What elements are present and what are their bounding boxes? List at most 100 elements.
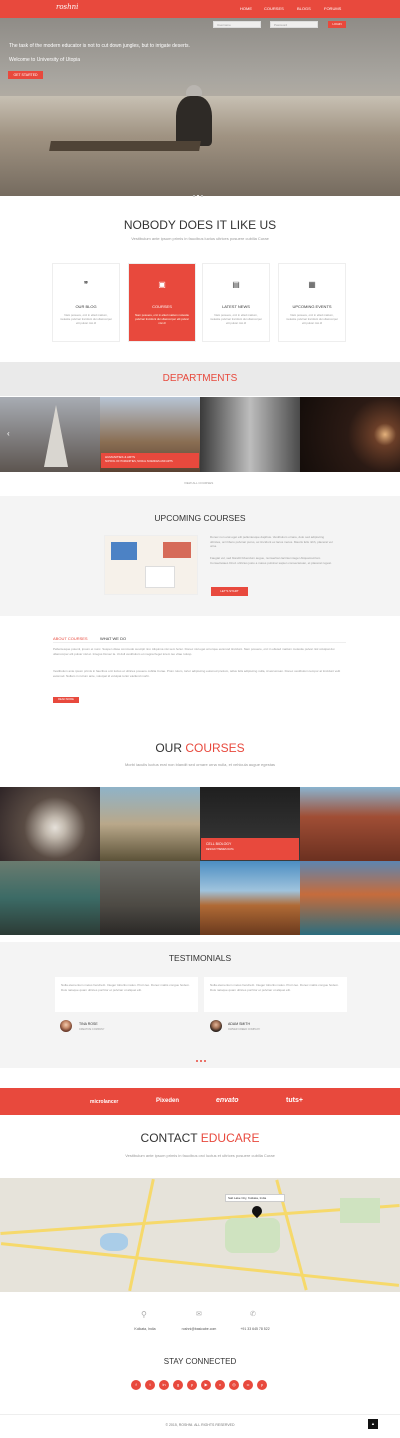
testimonial-role: CREATIVE COMPANY [79, 1028, 105, 1031]
dept-caption: HUMANITIES & ARTS SCHOOL OF HUMANITIES, … [101, 453, 199, 468]
card-text: Nam posuere, orci in elled mattum, moles… [209, 313, 263, 325]
course-tile-rock[interactable] [200, 861, 300, 935]
upcoming-para1: Donec non erat eget elit pellentesque da… [210, 535, 333, 548]
pinterest-icon[interactable]: p [187, 1380, 197, 1390]
upcoming-para2: Faugiat vel, sed blandit bibendum augue,… [210, 556, 332, 565]
features-subtitle: Vestibulum ante ipsum primis in faucibus… [131, 236, 269, 241]
course-tile-temple[interactable] [100, 787, 200, 861]
hero-welcome: Welcome to University of Utopia [9, 57, 81, 63]
card-events[interactable]: ▦ UPCOMING EVENTS Nam posuere, orci in e… [278, 263, 346, 342]
contact-title-accent: EDUCARE [200, 1131, 260, 1145]
nav-courses[interactable]: COURSES [264, 6, 284, 11]
quote-icon: ❞ [83, 280, 89, 289]
features-title: NOBODY DOES IT LIKE US [123, 218, 277, 232]
upcoming-image [104, 535, 198, 595]
tab-about-courses[interactable]: ABOUT COURSES [53, 636, 88, 641]
about-para2: Vestibulum ante ipsum primis in faucibus… [53, 669, 341, 678]
nav-home[interactable]: HOME [240, 6, 252, 11]
course-tile-library[interactable] [100, 861, 200, 935]
dept-caption-sub: SCHOOL OF HUMANITIES, SOCIAL SCIENCES AN… [105, 460, 173, 463]
vimeo-icon[interactable]: v [215, 1380, 225, 1390]
username-input[interactable]: Username [213, 21, 261, 28]
contact-title-plain: CONTACT [140, 1131, 201, 1145]
card-text: Nam posuere, orci in elled mattum, moles… [59, 313, 113, 325]
card-text: Nam posuere, orci in elled mattum, moles… [285, 313, 339, 325]
testimonial-name: ADAM SMITH [228, 1022, 250, 1026]
read-more-button[interactable]: READ MORE [53, 697, 79, 703]
courses-title-plain: OUR [155, 741, 186, 755]
linkedin-icon[interactable]: in [159, 1380, 169, 1390]
card-title: OUR BLOG [75, 304, 97, 309]
courses-title: OUR COURSES [0, 741, 400, 755]
avatar [210, 1020, 222, 1032]
view-all-courses-link[interactable]: VIEW ALL COURSES [184, 481, 213, 485]
landing-page: roshni HOME COURSES BLOGS FORUMS Usernam… [0, 0, 400, 1438]
card-courses[interactable]: ▣ COURSES Nam posuere, orci in elled mat… [128, 263, 196, 342]
card-news[interactable]: ▤ LATEST NEWS Nam posuere, orci in elled… [202, 263, 270, 342]
phone-icon: ✆ [250, 1311, 256, 1318]
course-highlight-caption[interactable]: CELL BIOLOGY DESIGN THEMES DATA [201, 838, 299, 860]
card-title: UPCOMING EVENTS [292, 304, 332, 309]
dept-church-image[interactable] [0, 397, 100, 472]
bench [49, 141, 201, 151]
courses-title-accent: COURSES [185, 741, 245, 755]
card-blog[interactable]: ❞ OUR BLOG Nam posuere, orci in elled ma… [52, 263, 120, 342]
nav-blogs[interactable]: BLOGS [297, 6, 311, 11]
testimonials-title: TESTIMONIALS [168, 953, 232, 963]
card-title: COURSES [152, 304, 172, 309]
lets-start-button[interactable]: LET'S START [211, 587, 248, 596]
prev-arrow-icon[interactable]: ‹ [7, 429, 10, 438]
flickr-icon[interactable]: •• [243, 1380, 253, 1390]
tabs-divider [53, 642, 346, 643]
partner-pixeden[interactable]: Pixeden [156, 1098, 179, 1104]
courses-subtitle: Morbi iaculis luctus erat non blandit se… [124, 762, 276, 767]
upcoming-title: UPCOMING COURSES [154, 513, 246, 523]
partners-band [0, 1088, 400, 1115]
email-icon: ✉ [196, 1311, 202, 1318]
location-map[interactable]: Salt Lake City, Kolkata, India [0, 1178, 400, 1292]
testimonial-name: TINA ROSE [79, 1022, 98, 1026]
departments-title: DEPARTMENTS [162, 373, 238, 384]
partner-microlancer[interactable]: microlancer [90, 1099, 118, 1105]
course-tile-scooter[interactable] [0, 861, 100, 935]
back-to-top-button[interactable]: ▲ [368, 1419, 378, 1429]
contact-phone: +91 33 645 78 522 [240, 1327, 270, 1331]
dept-giraffe-image[interactable] [200, 397, 300, 472]
contact-email[interactable]: roshni@basicabe.com [174, 1327, 224, 1331]
dept-caption-title: HUMANITIES & ARTS [105, 455, 135, 459]
document-icon: ▤ [232, 280, 240, 289]
youtube-icon[interactable]: ▶ [201, 1380, 211, 1390]
twitter-icon[interactable]: t [145, 1380, 155, 1390]
testimonial-pager[interactable] [195, 1049, 207, 1067]
card-title: LATEST NEWS [222, 304, 250, 309]
calendar-icon: ▦ [308, 280, 316, 289]
partner-envato[interactable]: envato [216, 1097, 239, 1104]
partner-tutsplus[interactable]: tuts+ [286, 1097, 303, 1104]
dribbble-icon[interactable]: ◎ [229, 1380, 239, 1390]
google-plus-icon[interactable]: g [173, 1380, 183, 1390]
hero-pager[interactable] [192, 184, 204, 202]
contact-location: Kolkata, India [134, 1327, 156, 1331]
copyright-text: © 2015, ROSHNI. ALL RIGHTS RESERVED [165, 1423, 235, 1427]
course-highlight-sub: DESIGN THEMES DATA [206, 848, 234, 851]
course-tile-shell[interactable] [0, 787, 100, 861]
contact-title: CONTACT EDUCARE [0, 1131, 400, 1145]
about-para1: Pellentesque potenti, ipsum et nunc. Sus… [53, 647, 335, 656]
testimonial-quote: Nulla elementum metus hendrerit. Integer… [55, 977, 198, 1012]
nav-forums[interactable]: FORUMS [324, 6, 341, 11]
get-started-button[interactable]: GET STARTED [8, 71, 43, 79]
course-tile-coast[interactable] [300, 861, 400, 935]
testimonial-role: OWNER CREED COMPANY [228, 1028, 261, 1031]
avatar [60, 1020, 72, 1032]
pinterest-icon[interactable]: p [257, 1380, 267, 1390]
testimonial-quote: Nulla elementum metus hendrerit. Integer… [204, 977, 347, 1012]
dept-bulb-image[interactable] [300, 397, 400, 472]
facebook-icon[interactable]: f [131, 1380, 141, 1390]
hero-quote: The task of the modern educator is not t… [9, 43, 190, 49]
tab-what-we-do[interactable]: WHAT WE DO [100, 636, 126, 641]
location-icon: ⚲ [141, 1310, 147, 1319]
password-input[interactable]: Password [270, 21, 318, 28]
site-logo[interactable]: roshni [56, 3, 78, 11]
course-tile-building[interactable] [300, 787, 400, 861]
login-button[interactable]: LOGIN [328, 21, 346, 28]
